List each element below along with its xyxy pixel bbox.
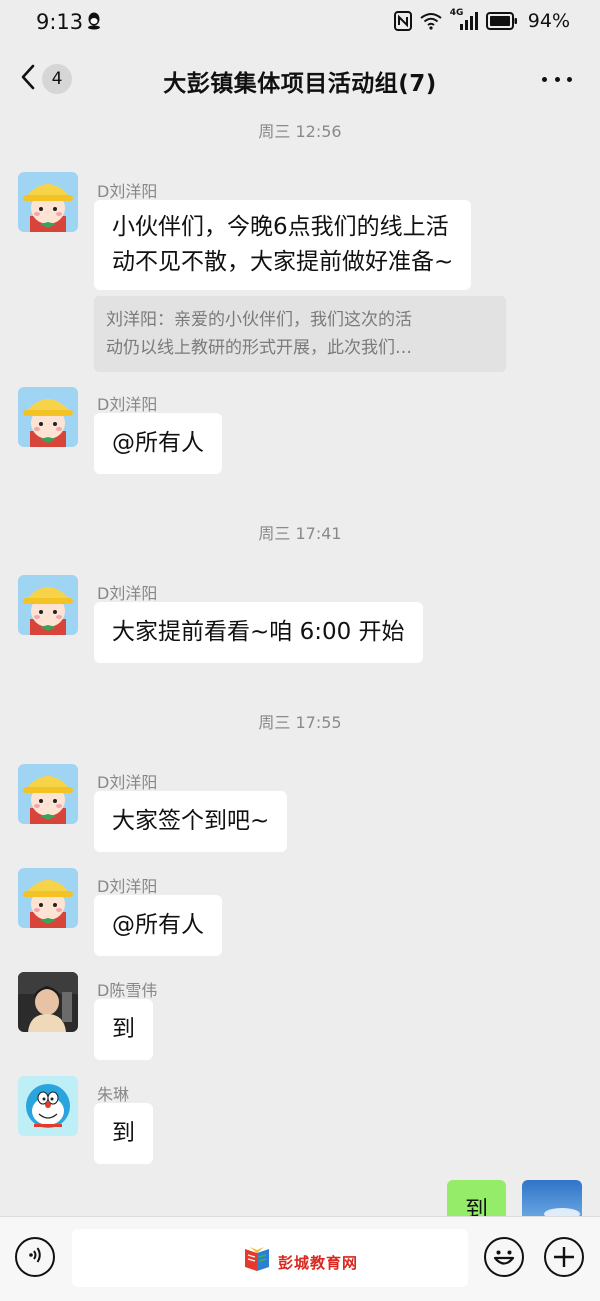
input-bar: 彭城教育网 <box>0 1216 600 1301</box>
sender-name: 朱琳 <box>97 1085 130 1104</box>
message-text: 大家签个到吧~ <box>112 808 270 834</box>
message-text: 到 <box>112 1120 135 1146</box>
message-bubble[interactable]: @所有人 <box>94 413 222 474</box>
sender-name: D刘洋阳 <box>97 584 158 603</box>
sender-name: D陈雪伟 <box>97 981 158 1000</box>
timestamp: 周三 17:41 <box>258 524 342 543</box>
avatar-photo[interactable] <box>18 972 78 1032</box>
wifi-icon <box>420 12 442 30</box>
message-bubble[interactable]: 到 <box>94 1103 153 1164</box>
message-bubble[interactable]: 到 <box>94 999 153 1060</box>
message-text: 大家提前看看~咱 6:00 开始 <box>112 619 405 645</box>
dot-icon <box>542 76 547 82</box>
timestamp: 周三 17:55 <box>258 713 342 732</box>
avatar-girl[interactable] <box>18 387 78 447</box>
unread-badge: 4 <box>42 64 72 94</box>
sender-name: D刘洋阳 <box>97 773 158 792</box>
book-logo-icon <box>242 1247 272 1277</box>
dot-icon <box>554 76 560 82</box>
status-bar: 9:13 4G 94% <box>0 0 600 44</box>
signal-icon: 4G <box>449 8 478 31</box>
message-text: 动不见不散，大家提前做好准备~ <box>112 249 454 275</box>
sender-name: D刘洋阳 <box>97 877 158 896</box>
avatar-doraemon[interactable] <box>18 1076 78 1136</box>
message-input[interactable]: 彭城教育网 <box>72 1229 468 1287</box>
message-text: 小伙伴们，今晚6点我们的线上活 <box>112 214 449 240</box>
message-text: 到 <box>112 1016 135 1042</box>
sender-name: D刘洋阳 <box>97 395 158 414</box>
sender-name: D刘洋阳 <box>97 182 158 201</box>
avatar-girl[interactable] <box>18 172 78 232</box>
nav-bar: 4 大彭镇集体项目活动组(7) <box>0 44 600 114</box>
voice-icon <box>25 1245 45 1269</box>
message-bubble[interactable]: 小伙伴们，今晚6点我们的线上活 动不见不散，大家提前做好准备~ <box>94 200 472 290</box>
voice-input-button[interactable] <box>15 1237 55 1277</box>
timestamp: 周三 12:56 <box>258 122 342 141</box>
plus-icon <box>546 1239 582 1275</box>
quote-text: 刘洋阳：亲爱的小伙伴们，我们这次的活 <box>106 310 412 330</box>
more-options-button[interactable] <box>542 74 572 84</box>
message-bubble[interactable]: 大家签个到吧~ <box>94 791 288 852</box>
network-type: 4G <box>449 8 464 18</box>
quoted-message[interactable]: 刘洋阳：亲爱的小伙伴们，我们这次的活 动仍以线上教研的形式开展，此次我们… <box>94 296 506 372</box>
avatar-girl[interactable] <box>18 868 78 928</box>
chat-title: 大彭镇集体项目活动组(7) <box>163 71 437 97</box>
qq-icon <box>86 12 102 30</box>
watermark-text: 彭城教育网 <box>278 1253 359 1272</box>
smiley-icon <box>486 1239 522 1275</box>
emoji-button[interactable] <box>484 1237 524 1277</box>
battery-percent: 94% <box>527 10 570 32</box>
back-button[interactable]: 4 <box>20 60 90 98</box>
message-text: @所有人 <box>112 912 204 938</box>
message-text: @所有人 <box>112 430 204 456</box>
more-functions-button[interactable] <box>544 1237 584 1277</box>
battery-icon <box>485 12 518 30</box>
message-bubble[interactable]: 大家提前看看~咱 6:00 开始 <box>94 602 423 663</box>
avatar-girl[interactable] <box>18 575 78 635</box>
quote-text: 动仍以线上教研的形式开展，此次我们… <box>106 338 412 358</box>
avatar-girl[interactable] <box>18 764 78 824</box>
message-bubble[interactable]: @所有人 <box>94 895 222 956</box>
chevron-left-icon <box>20 64 36 94</box>
dot-icon <box>567 76 572 82</box>
watermark: 彭城教育网 <box>242 1247 358 1277</box>
status-time: 9:13 <box>36 10 84 34</box>
nfc-icon <box>393 11 412 31</box>
